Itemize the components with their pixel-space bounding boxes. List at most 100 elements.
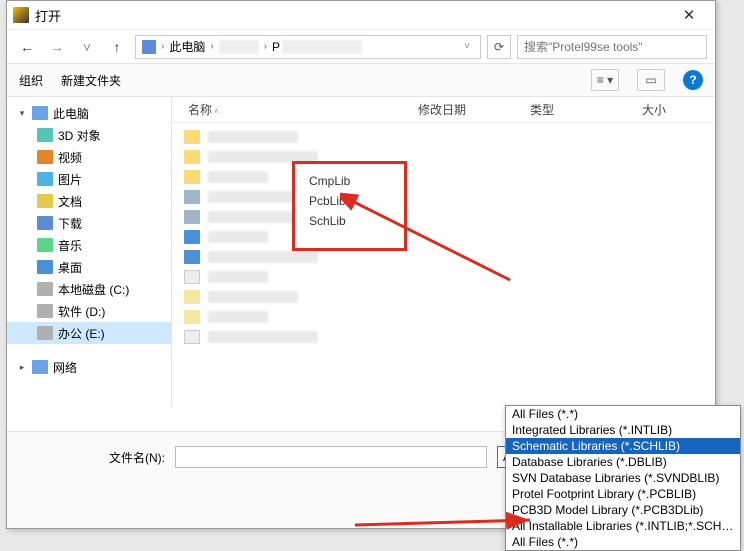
sidebar-item-c-drive[interactable]: 本地磁盘 (C:) xyxy=(7,278,171,300)
expand-icon[interactable]: ▾ xyxy=(17,108,27,119)
back-button[interactable]: ← xyxy=(15,35,39,59)
redacted-name xyxy=(208,271,268,283)
search-placeholder: 搜索"Protel99se tools" xyxy=(524,38,643,55)
redacted-name xyxy=(208,251,318,263)
list-item[interactable] xyxy=(172,307,715,327)
folder-icon xyxy=(184,150,200,164)
filetype-option[interactable]: SVN Database Libraries (*.SVNDBLIB) xyxy=(506,470,740,486)
crumb-this-pc[interactable]: 此电脑 xyxy=(169,38,205,55)
sidebar-item-pictures[interactable]: 图片 xyxy=(7,168,171,190)
preview-pane-button[interactable]: ▭ xyxy=(637,69,665,91)
crumb-p[interactable]: P xyxy=(272,40,280,54)
file-icon xyxy=(184,190,200,204)
filetype-option[interactable]: All Files (*.*) xyxy=(506,406,740,422)
filetype-dropdown[interactable]: All Files (*.*) Integrated Libraries (*.… xyxy=(505,405,741,551)
refresh-button[interactable]: ⟳ xyxy=(487,35,511,59)
list-item[interactable] xyxy=(172,207,715,227)
sidebar-item-d-drive[interactable]: 软件 (D:) xyxy=(7,300,171,322)
refresh-icon: ⟳ xyxy=(494,40,504,54)
breadcrumb-dropdown[interactable]: ˅ xyxy=(460,35,474,59)
callout-line: CmpLib xyxy=(309,174,390,188)
close-button[interactable]: ✕ xyxy=(669,2,709,28)
col-type[interactable]: 类型 xyxy=(526,101,638,118)
3d-icon xyxy=(37,128,53,142)
list-item[interactable] xyxy=(172,127,715,147)
annotation-callout: CmpLib PcbLib SchLib xyxy=(292,161,407,251)
filetype-option[interactable]: Integrated Libraries (*.INTLIB) xyxy=(506,422,740,438)
forward-button[interactable]: → xyxy=(45,35,69,59)
callout-line: PcbLib xyxy=(309,194,390,208)
navigation-bar: ← → ˅ ↑ › 此电脑 › › P ˅ ⟳ 搜索"Protel99se to… xyxy=(7,29,715,63)
column-headers: 名称˄ 修改日期 类型 大小 xyxy=(172,97,715,123)
col-size[interactable]: 大小 xyxy=(638,101,708,118)
filename-input[interactable] xyxy=(175,446,487,468)
sidebar-item-label: 本地磁盘 (C:) xyxy=(58,281,129,298)
filetype-option[interactable]: All Files (*.*) xyxy=(506,534,740,550)
sidebar-item-network[interactable]: ▸ 网络 xyxy=(7,356,171,378)
desktop-icon xyxy=(37,260,53,274)
recent-dropdown[interactable]: ˅ xyxy=(75,35,99,59)
chevron-right-icon: › xyxy=(261,41,270,52)
sidebar-item-label: 文档 xyxy=(58,193,82,210)
list-item[interactable] xyxy=(172,247,715,267)
file-icon xyxy=(184,230,200,244)
sidebar-item-desktop[interactable]: 桌面 xyxy=(7,256,171,278)
downloads-icon xyxy=(37,216,53,230)
filetype-option[interactable]: Protel Footprint Library (*.PCBLIB) xyxy=(506,486,740,502)
sidebar-item-label: 此电脑 xyxy=(53,105,89,122)
pc-icon xyxy=(32,106,48,120)
filetype-option[interactable]: Schematic Libraries (*.SCHLIB) xyxy=(506,438,740,454)
sidebar-item-music[interactable]: 音乐 xyxy=(7,234,171,256)
list-item[interactable] xyxy=(172,147,715,167)
search-input[interactable]: 搜索"Protel99se tools" xyxy=(517,35,707,59)
sidebar-item-videos[interactable]: 视频 xyxy=(7,146,171,168)
expand-icon[interactable]: ▸ xyxy=(17,362,27,373)
drive-icon xyxy=(37,304,53,318)
breadcrumb[interactable]: › 此电脑 › › P ˅ xyxy=(135,35,481,59)
chevron-right-icon: › xyxy=(158,41,167,52)
filetype-option[interactable]: Database Libraries (*.DBLIB) xyxy=(506,454,740,470)
file-icon xyxy=(184,270,200,284)
sidebar-item-this-pc[interactable]: ▾ 此电脑 xyxy=(7,102,171,124)
sidebar-item-label: 视频 xyxy=(58,149,82,166)
sidebar-item-3d[interactable]: 3D 对象 xyxy=(7,124,171,146)
col-date[interactable]: 修改日期 xyxy=(414,101,526,118)
filetype-option[interactable]: All Installable Libraries (*.INTLIB;*.SC… xyxy=(506,518,740,534)
list-item[interactable] xyxy=(172,187,715,207)
file-icon xyxy=(184,250,200,264)
drive-icon xyxy=(37,282,53,296)
sidebar-item-downloads[interactable]: 下载 xyxy=(7,212,171,234)
filetype-option[interactable]: PCB3D Model Library (*.PCB3DLib) xyxy=(506,502,740,518)
sidebar-item-label: 图片 xyxy=(58,171,82,188)
redacted-name xyxy=(208,331,318,343)
crumb-redacted xyxy=(282,40,362,54)
window-title: 打开 xyxy=(35,6,669,25)
sidebar-item-label: 软件 (D:) xyxy=(58,303,105,320)
filename-label: 文件名(N): xyxy=(25,449,165,466)
sidebar-item-documents[interactable]: 文档 xyxy=(7,190,171,212)
list-item[interactable] xyxy=(172,327,715,347)
sidebar-item-label: 音乐 xyxy=(58,237,82,254)
pc-icon xyxy=(142,40,156,54)
help-button[interactable]: ? xyxy=(683,70,703,90)
redacted-name xyxy=(208,231,268,243)
folder-icon xyxy=(184,170,200,184)
file-icon xyxy=(184,310,200,324)
folder-icon xyxy=(184,130,200,144)
list-item[interactable] xyxy=(172,287,715,307)
list-item[interactable] xyxy=(172,167,715,187)
network-icon xyxy=(32,360,48,374)
sidebar-item-e-drive[interactable]: 办公 (E:) xyxy=(7,322,171,344)
up-button[interactable]: ↑ xyxy=(105,35,129,59)
new-folder-button[interactable]: 新建文件夹 xyxy=(61,72,121,89)
pictures-icon xyxy=(37,172,53,186)
list-item[interactable] xyxy=(172,267,715,287)
sidebar-item-label: 网络 xyxy=(53,359,77,376)
redacted-name xyxy=(208,311,268,323)
col-name[interactable]: 名称˄ xyxy=(184,101,414,118)
list-item[interactable] xyxy=(172,227,715,247)
sidebar: ▾ 此电脑 3D 对象 视频 图片 文档 下载 音乐 桌面 本地磁盘 (C:) 软… xyxy=(7,97,172,407)
sidebar-item-label: 桌面 xyxy=(58,259,82,276)
organize-menu[interactable]: 组织 xyxy=(19,72,43,89)
view-options-button[interactable]: ≡ ▾ xyxy=(591,69,619,91)
